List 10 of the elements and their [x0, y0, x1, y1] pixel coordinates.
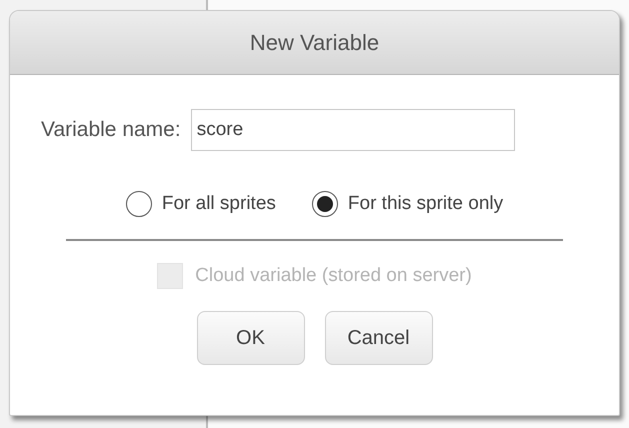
dialog-title: New Variable — [250, 30, 380, 56]
ok-button[interactable]: OK — [196, 311, 304, 365]
radio-button[interactable] — [126, 191, 152, 217]
radio-button[interactable] — [312, 191, 338, 217]
checkbox-label: Cloud variable (stored on server) — [195, 265, 472, 287]
field-label: Variable name: — [41, 118, 181, 142]
cancel-button[interactable]: Cancel — [324, 311, 432, 365]
radio-label[interactable]: For this sprite only — [348, 193, 504, 215]
name-field[interactable]: score — [190, 109, 515, 151]
radio-label[interactable]: For all sprites — [162, 193, 276, 215]
